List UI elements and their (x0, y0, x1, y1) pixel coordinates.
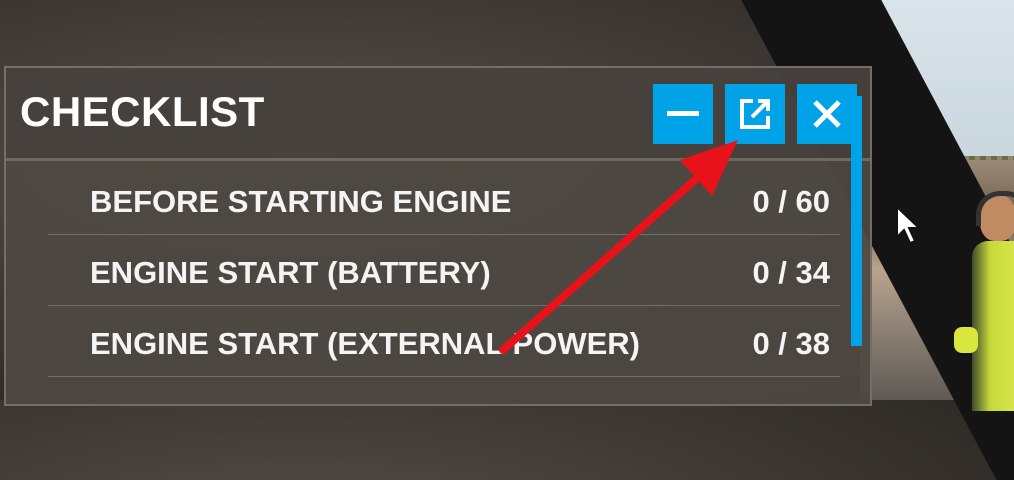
checklist-item-label: ENGINE START (EXTERNAL POWER) (90, 326, 640, 361)
popout-button[interactable] (725, 84, 785, 144)
checklist-item-count: 0 / 34 (752, 255, 830, 290)
checklist-item-label: BEFORE STARTING ENGINE (90, 184, 512, 219)
checklist-item[interactable]: BEFORE STARTING ENGINE 0 / 60 (48, 164, 840, 235)
minimize-button[interactable] (653, 84, 713, 144)
mouse-cursor-icon (896, 205, 922, 245)
worker-glove (954, 327, 978, 353)
panel-header: CHECKLIST (6, 68, 870, 161)
scrollbar[interactable] (851, 96, 862, 346)
checklist-panel: CHECKLIST BEFORE STARTING ENGINE 0 / 60 … (4, 66, 872, 406)
minus-icon (667, 111, 699, 116)
checklist-item-label: ENGINE START (BATTERY) (90, 255, 491, 290)
ground-crew-figure (950, 191, 1014, 411)
close-button[interactable] (797, 84, 857, 144)
checklist-item[interactable]: ENGINE START (BATTERY) 0 / 34 (48, 235, 840, 306)
panel-title: CHECKLIST (20, 88, 265, 135)
close-icon (813, 100, 841, 128)
checklist-list: BEFORE STARTING ENGINE 0 / 60 ENGINE STA… (6, 164, 870, 404)
checklist-item-count: 0 / 38 (752, 326, 830, 361)
checklist-item-count: 0 / 60 (752, 184, 830, 219)
popout-window-icon (740, 99, 770, 129)
hi-vis-vest (972, 241, 1014, 411)
headset-icon (976, 191, 1014, 226)
checklist-item[interactable]: ENGINE START (EXTERNAL POWER) 0 / 38 (48, 306, 840, 377)
